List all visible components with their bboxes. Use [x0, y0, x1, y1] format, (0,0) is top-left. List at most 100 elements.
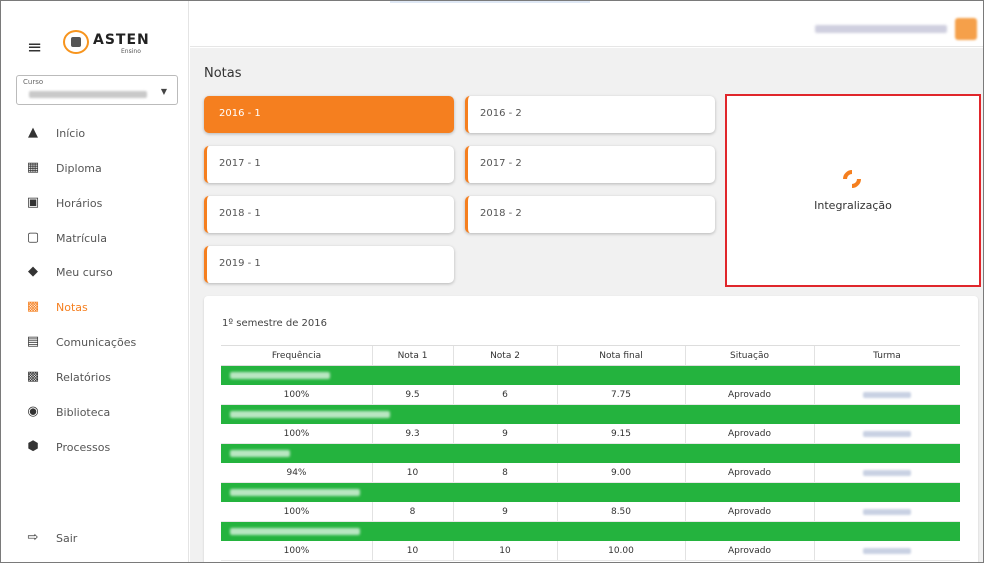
cell-turma-redacted: [863, 509, 911, 515]
logo-mark-icon: [63, 30, 89, 54]
cell-nota2: 6: [502, 390, 508, 400]
chevron-down-icon: ▼: [160, 87, 167, 96]
discipline-group-row: [221, 444, 960, 463]
sidebar-item-comunicacoes[interactable]: ▤ Comunicações: [1, 330, 189, 356]
cell-nota1: 10: [406, 546, 419, 556]
sidebar-item-inicio[interactable]: ▲ Início: [1, 121, 189, 147]
column-header-nota2: Nota 2: [490, 351, 520, 361]
diploma-icon: ▦: [26, 160, 40, 175]
table-row: 100% 9.3 9 9.15 Aprovado: [221, 424, 960, 444]
calendar-clock-icon: ▣: [26, 195, 40, 210]
cell-situacao: Aprovado: [728, 429, 771, 439]
cell-frequencia: 100%: [283, 546, 310, 556]
semester-button-2017-1[interactable]: 2017 - 1: [204, 146, 454, 183]
cell-nota-final: 8.50: [610, 507, 632, 517]
sidebar-item-label: Relatórios: [56, 371, 111, 384]
sidebar-item-diploma[interactable]: ▦ Diploma: [1, 156, 189, 182]
cell-nota1: 9.5: [405, 390, 420, 400]
semester-label: 2017 - 1: [219, 158, 261, 169]
semester-button-2016-1[interactable]: 2016 - 1: [204, 96, 454, 133]
sidebar-item-label: Horários: [56, 197, 103, 210]
cell-nota-final: 9.15: [610, 429, 632, 439]
semester-label: 2018 - 2: [480, 208, 522, 219]
sidebar-item-label: Biblioteca: [56, 406, 111, 419]
column-header-frequencia: Frequência: [271, 351, 322, 361]
semester-button-2017-2[interactable]: 2017 - 2: [465, 146, 715, 183]
cell-turma-redacted: [863, 392, 911, 398]
column-header-situacao: Situação: [730, 351, 769, 361]
cell-nota-final: 10.00: [608, 546, 634, 556]
course-label: Curso: [23, 78, 44, 86]
semester-label: 2017 - 2: [480, 158, 522, 169]
grades-card: 1º semestre de 2016 Frequência Nota 1 No…: [204, 296, 978, 562]
discipline-group-row: [221, 366, 960, 385]
cell-frequencia: 100%: [283, 390, 310, 400]
integralizacao-card[interactable]: Integralização: [725, 94, 981, 287]
table-row: 100% 8 9 8.50 Aprovado: [221, 502, 960, 522]
brand-logo[interactable]: ASTEN Ensino: [63, 28, 159, 58]
cell-nota1: 8: [409, 507, 416, 517]
integralizacao-label: Integralização: [814, 199, 892, 212]
sidebar-item-meu-curso[interactable]: ◆ Meu curso: [1, 260, 189, 286]
cell-nota2: 9: [502, 429, 508, 439]
sidebar-item-processos[interactable]: ⬢ Processos: [1, 435, 189, 461]
discipline-group-row: [221, 405, 960, 424]
sidebar: ≡ ASTEN Ensino Curso ▼ ▲ Início ▦ Diplom…: [1, 1, 189, 562]
document-icon: ▢: [26, 230, 40, 245]
discipline-name-redacted: [230, 489, 360, 496]
user-name-redacted[interactable]: [815, 25, 947, 33]
cell-frequencia: 94%: [286, 468, 307, 478]
menu-icon[interactable]: ≡: [27, 39, 42, 57]
cell-situacao: Aprovado: [728, 546, 771, 556]
discipline-name-redacted: [230, 450, 290, 457]
topbar-accent-line: [390, 1, 590, 3]
cell-frequencia: 100%: [283, 429, 310, 439]
table-header: Frequência Nota 1 Nota 2 Nota final Situ…: [221, 345, 960, 366]
logout-button[interactable]: ⇨ Sair: [1, 526, 189, 552]
sidebar-item-label: Notas: [56, 301, 88, 314]
course-select[interactable]: Curso ▼: [16, 75, 178, 105]
discipline-group-row: [221, 483, 960, 502]
cell-nota-final: 9.00: [610, 468, 632, 478]
column-header-nota-final: Nota final: [599, 351, 643, 361]
discipline-group-row: [221, 522, 960, 541]
table-row: 100% 9.5 6 7.75 Aprovado: [221, 385, 960, 405]
sidebar-item-notas[interactable]: ▩ Notas: [1, 295, 189, 321]
logout-icon: ⇨: [27, 530, 39, 545]
semester-label: 2019 - 1: [219, 258, 261, 269]
column-header-nota1: Nota 1: [397, 351, 428, 361]
semester-button-2018-1[interactable]: 2018 - 1: [204, 196, 454, 233]
cell-turma-redacted: [863, 431, 911, 437]
sidebar-item-label: Meu curso: [56, 266, 113, 279]
semester-button-2018-2[interactable]: 2018 - 2: [465, 196, 715, 233]
cell-turma-redacted: [863, 548, 911, 554]
semester-label: 2016 - 1: [219, 108, 261, 119]
cell-turma-redacted: [863, 470, 911, 476]
discipline-name-redacted: [230, 411, 390, 418]
home-icon: ▲: [28, 125, 38, 140]
box-icon: ⬢: [27, 439, 39, 454]
sidebar-item-matricula[interactable]: ▢ Matrícula: [1, 226, 189, 252]
pie-progress-icon: [839, 166, 865, 192]
cell-situacao: Aprovado: [728, 507, 771, 517]
sidebar-item-horarios[interactable]: ▣ Horários: [1, 191, 189, 217]
cell-nota2: 10: [499, 546, 511, 556]
semester-button-2016-2[interactable]: 2016 - 2: [465, 96, 715, 133]
table-row: 94% 10 8 9.00 Aprovado: [221, 463, 960, 483]
sidebar-item-biblioteca[interactable]: ◉ Biblioteca: [1, 400, 189, 426]
sidebar-item-label: Diploma: [56, 162, 102, 175]
cell-situacao: Aprovado: [728, 468, 771, 478]
page-title: Notas: [204, 66, 242, 81]
semester-button-2019-1[interactable]: 2019 - 1: [204, 246, 454, 283]
report-icon: ▩: [26, 369, 40, 384]
topbar: [190, 1, 983, 47]
avatar[interactable]: [955, 18, 977, 40]
sidebar-item-relatorios[interactable]: ▩ Relatórios: [1, 365, 189, 391]
grades-table: Frequência Nota 1 Nota 2 Nota final Situ…: [221, 345, 960, 561]
grades-title: 1º semestre de 2016: [222, 318, 327, 329]
sidebar-item-label: Início: [56, 127, 86, 140]
main-content: Notas 2016 - 1 2016 - 2 2017 - 1 2017 - …: [190, 48, 983, 562]
brand-sub: Ensino: [121, 48, 141, 55]
sidebar-item-label: Processos: [56, 441, 111, 454]
semester-label: 2016 - 2: [480, 108, 522, 119]
